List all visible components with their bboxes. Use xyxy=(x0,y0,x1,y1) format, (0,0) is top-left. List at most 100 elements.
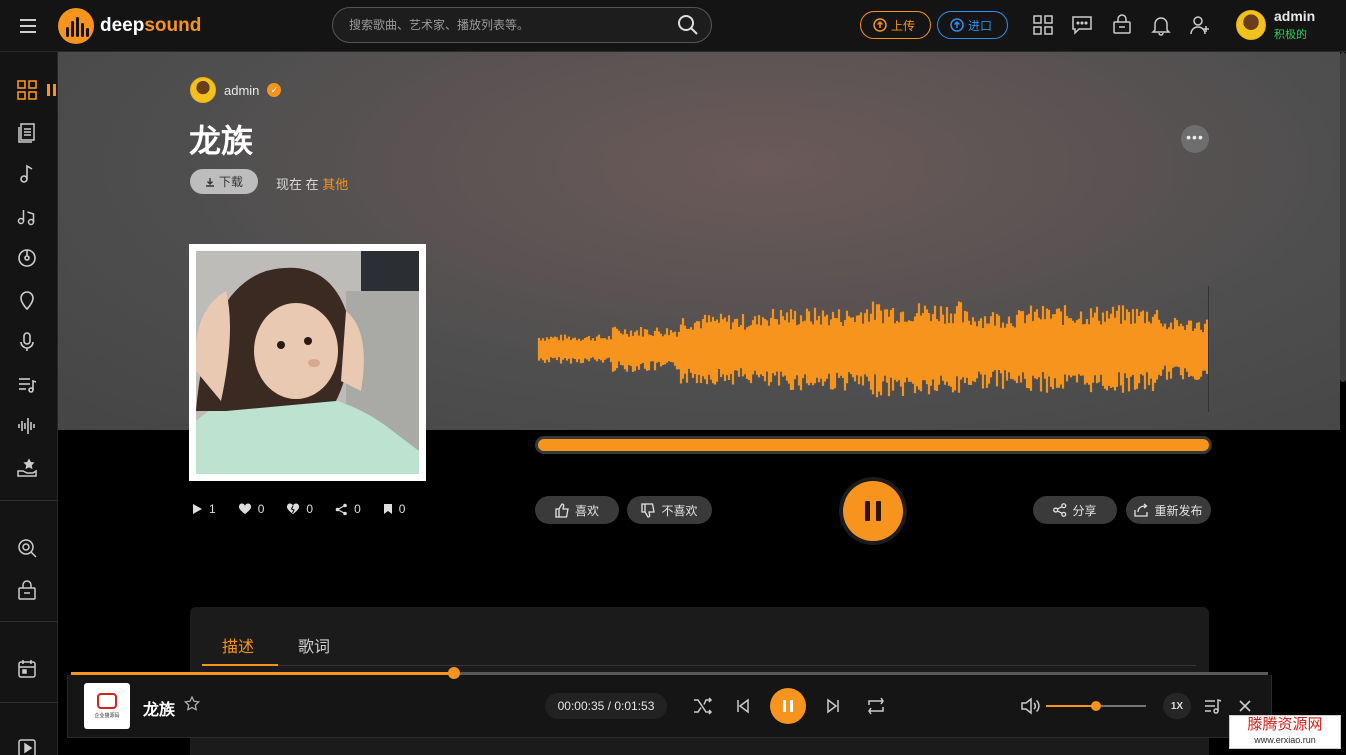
sidebar-item-waveforms[interactable] xyxy=(14,413,40,439)
top-bar: deepsound 上传 进口 admin 积极的 xyxy=(0,0,1346,52)
favorite-star-icon[interactable] xyxy=(183,695,201,718)
shuffle-icon[interactable] xyxy=(691,694,715,718)
upload-label: 上传 xyxy=(891,18,916,33)
import-label: 进口 xyxy=(968,18,993,33)
sidebar-item-genres[interactable] xyxy=(14,203,40,229)
store-icon xyxy=(18,580,36,600)
watermark: 滕腾资源网 www.erxiao.run xyxy=(1229,715,1341,749)
sidebar-item-discover[interactable] xyxy=(14,77,40,103)
sidebar-item-featured[interactable] xyxy=(14,455,40,481)
user-menu[interactable]: admin 积极的 xyxy=(1236,8,1315,42)
location-icon xyxy=(20,291,34,311)
waveform-cursor xyxy=(1208,286,1209,412)
hand-star-icon xyxy=(17,458,37,477)
menu-icon[interactable] xyxy=(18,15,42,37)
like-button[interactable]: 喜欢 xyxy=(535,496,619,524)
cat-logo-icon xyxy=(97,693,117,709)
sidebar-item-podcasts[interactable] xyxy=(14,329,40,355)
volume-icon[interactable] xyxy=(1019,694,1043,718)
previous-icon[interactable] xyxy=(731,694,755,718)
sidebar-active-marker-2 xyxy=(53,84,56,96)
share-icon xyxy=(1053,503,1067,517)
sidebar-item-videos[interactable] xyxy=(14,735,40,755)
more-options-button[interactable]: ••• xyxy=(1181,125,1209,153)
share-label: 分享 xyxy=(1072,503,1097,518)
sidebar-item-location[interactable] xyxy=(14,287,40,313)
search-input[interactable] xyxy=(349,8,669,42)
sidebar-item-tracks[interactable] xyxy=(14,161,40,187)
upload-icon xyxy=(873,18,887,32)
genre-link[interactable]: 其他 xyxy=(322,177,348,192)
waveform[interactable] xyxy=(535,282,1215,417)
artist-avatar xyxy=(190,77,216,103)
player-seek-bar[interactable] xyxy=(71,667,1268,679)
logo[interactable]: deepsound xyxy=(58,8,201,44)
user-name: admin xyxy=(1274,8,1316,24)
dislike-button[interactable]: 不喜欢 xyxy=(627,496,712,524)
artist-name[interactable]: admin xyxy=(224,83,259,98)
logo-mark xyxy=(58,8,94,44)
volume-handle[interactable] xyxy=(1091,701,1101,711)
plays-stat: 1 xyxy=(191,502,216,516)
sidebar-item-store[interactable] xyxy=(14,578,40,604)
broken-heart-icon xyxy=(287,503,300,514)
next-icon[interactable] xyxy=(821,694,845,718)
tab-lyrics[interactable]: 歌词 xyxy=(298,633,330,657)
sidebar-item-explore[interactable] xyxy=(14,535,40,561)
cover-image xyxy=(196,251,419,474)
share-button[interactable]: 分享 xyxy=(1033,496,1117,524)
verified-badge-icon: ✓ xyxy=(267,83,282,97)
sidebar-divider xyxy=(0,500,58,501)
messages-icon[interactable] xyxy=(1071,14,1093,36)
play-icon xyxy=(193,504,202,514)
bookmark-icon xyxy=(383,504,392,514)
music-notes-icon xyxy=(17,210,35,226)
sidebar-item-albums[interactable] xyxy=(14,245,40,271)
add-user-icon[interactable] xyxy=(1189,14,1211,36)
repost-icon xyxy=(1134,503,1149,517)
sidebar-divider xyxy=(0,621,58,622)
waveform-bars xyxy=(537,301,1209,398)
track-progress-bar[interactable] xyxy=(535,436,1212,454)
player-track-title[interactable]: 龙族 xyxy=(143,696,175,720)
heart-icon xyxy=(238,503,251,514)
sidebar-item-feed[interactable] xyxy=(14,119,40,145)
pause-button[interactable] xyxy=(843,481,903,541)
queue-icon[interactable] xyxy=(1201,694,1225,718)
artist-info[interactable]: admin ✓ xyxy=(190,77,282,103)
tab-description[interactable]: 描述 xyxy=(222,633,254,657)
video-icon xyxy=(18,739,36,755)
bell-icon[interactable] xyxy=(1150,14,1172,36)
player-pause-button[interactable] xyxy=(770,688,806,724)
volume-slider[interactable] xyxy=(1046,701,1146,711)
sidebar xyxy=(0,52,58,755)
shares-count: 0 xyxy=(354,502,361,516)
search-icon[interactable] xyxy=(677,14,699,41)
repost-label: 重新发布 xyxy=(1154,503,1203,518)
upload-button[interactable]: 上传 xyxy=(860,11,931,39)
search-bar xyxy=(332,7,712,43)
sidebar-item-playlists[interactable] xyxy=(14,371,40,397)
seek-handle[interactable] xyxy=(448,667,461,679)
volume-fill xyxy=(1046,705,1096,707)
active-tab-indicator xyxy=(202,664,278,666)
plays-count: 1 xyxy=(209,502,216,516)
scrollbar[interactable] xyxy=(1340,52,1346,382)
playback-time: 00:00:35 / 0:01:53 xyxy=(545,693,667,719)
song-stats: 1 0 0 0 0 xyxy=(191,502,405,516)
calendar-icon xyxy=(18,660,36,678)
store-icon[interactable] xyxy=(1111,14,1133,36)
logo-text: deepsound xyxy=(100,15,202,36)
sidebar-item-events[interactable] xyxy=(14,656,40,682)
saves-stat: 0 xyxy=(383,502,405,516)
import-button[interactable]: 进口 xyxy=(937,11,1008,39)
repeat-icon[interactable] xyxy=(864,694,888,718)
import-icon xyxy=(950,18,964,32)
playback-speed-button[interactable]: 1X xyxy=(1163,693,1191,719)
sidebar-divider xyxy=(0,702,58,703)
dashboard-icon[interactable] xyxy=(1032,14,1054,36)
download-button[interactable]: 下载 xyxy=(190,169,258,194)
playlist-icon xyxy=(19,378,37,393)
repost-button[interactable]: 重新发布 xyxy=(1126,496,1211,524)
soundwave-icon xyxy=(18,418,35,434)
